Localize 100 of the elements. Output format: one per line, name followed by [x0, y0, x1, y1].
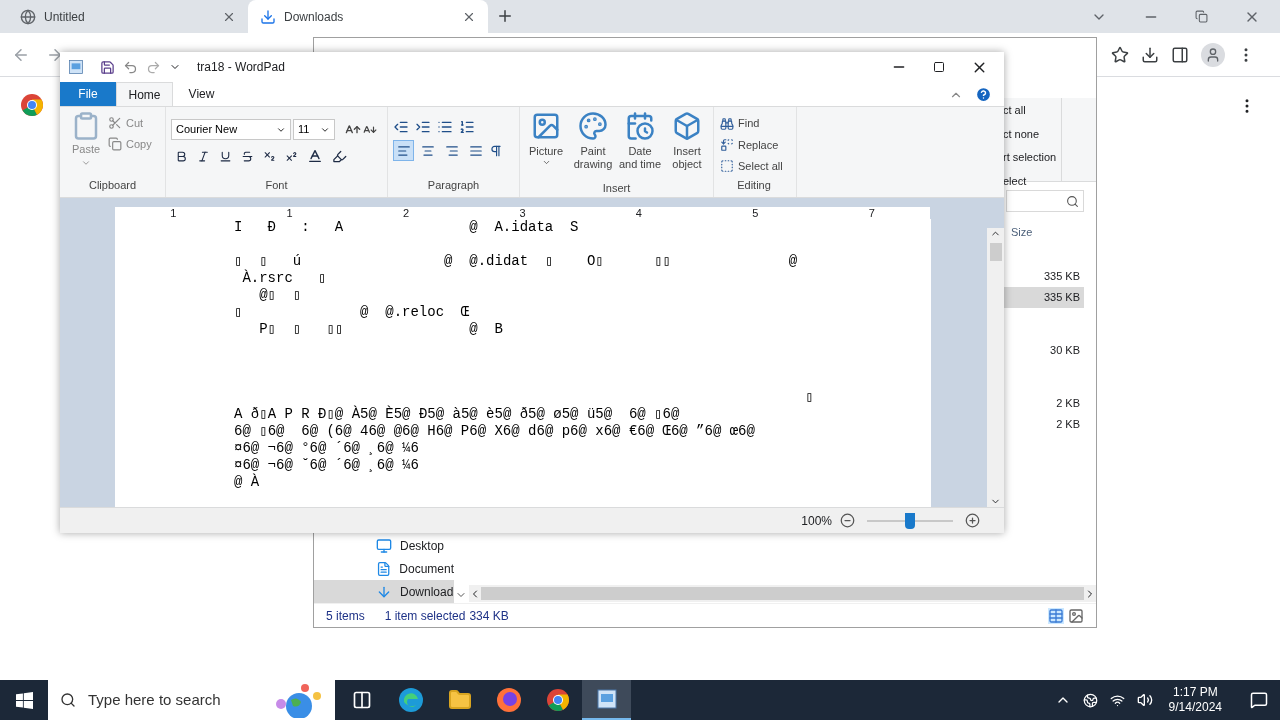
undo-icon[interactable] [123, 59, 138, 75]
highlighter-icon[interactable] [332, 148, 347, 164]
zoom-in-icon[interactable] [965, 513, 980, 528]
firefox-icon [495, 687, 522, 713]
insert-button[interactable]: Date and time [618, 111, 662, 180]
group-label: Insert [601, 181, 632, 196]
ribbon-command[interactable]: ct none [1003, 125, 1061, 142]
taskbar-app-button[interactable] [582, 680, 631, 720]
file-size-cell[interactable]: 30 KB [1002, 340, 1084, 361]
ribbon-command[interactable]: elect [1003, 172, 1061, 189]
superscript-icon[interactable] [285, 149, 298, 163]
windows-start-icon[interactable] [15, 691, 33, 709]
line-spacing-icon[interactable] [459, 119, 475, 135]
decrease-indent-icon[interactable] [393, 119, 409, 135]
search-field[interactable]: Type here to search [48, 680, 335, 720]
zoom-slider-thumb[interactable] [905, 512, 915, 529]
ruler-number: 2 [403, 207, 410, 219]
increase-indent-icon[interactable] [415, 119, 431, 135]
bookmark-star-icon[interactable] [1111, 45, 1129, 64]
document-line: ▯ ▯ ú @ @.didat ▯ O▯ ▯▯ @ [234, 253, 799, 269]
document-line: 6@ ▯6@ 6@ (6@ 46@ @6@ H6@ P6@ X6@ d6@ p6@ x6@ €6@ Œ6@ ”6@ œ6@ [234, 423, 756, 440]
task-view-icon [351, 690, 372, 710]
document-line: ▯ [804, 389, 815, 406]
align-justify-icon [468, 143, 483, 158]
zoom-level: 100% [801, 512, 832, 530]
download-icon[interactable] [1141, 45, 1159, 64]
wordpad-icon [68, 59, 84, 75]
ribbon-tab[interactable]: Home [116, 82, 173, 106]
ruler-number: 5 [752, 207, 759, 219]
new-tab-icon[interactable] [496, 7, 514, 25]
paragraph-icon[interactable] [489, 143, 503, 158]
horizontal-scrollbar[interactable] [469, 585, 1096, 602]
bold-icon[interactable] [175, 149, 188, 163]
editing-button[interactable]: Replace [720, 134, 796, 156]
file-size-cell[interactable]: 2 KB [1002, 414, 1084, 435]
nav-item[interactable]: Download [314, 580, 454, 603]
file-size-cell[interactable]: 335 KB [1002, 266, 1084, 287]
wifi-icon[interactable] [1109, 692, 1125, 708]
bullet-list-icon[interactable] [437, 119, 453, 135]
insert-button[interactable]: Insert object [665, 111, 709, 180]
palette-icon [578, 111, 608, 141]
group-label: Paragraph [426, 177, 481, 193]
zoom-out-icon[interactable] [840, 513, 855, 528]
side-panel-icon[interactable] [1171, 45, 1189, 64]
help-icon[interactable] [975, 86, 992, 103]
maximize-icon[interactable] [933, 61, 945, 73]
search-field[interactable] [1006, 190, 1084, 212]
ruler-number: 7 [868, 207, 875, 219]
ruler-number: 1 [170, 207, 177, 219]
globe-icon [20, 8, 36, 25]
details-view-icon[interactable] [1048, 607, 1064, 624]
underline-icon[interactable] [219, 149, 232, 163]
subscript-icon[interactable] [263, 149, 276, 163]
picture-icon [531, 111, 561, 141]
insert-button[interactable]: Picture [524, 111, 568, 180]
ribbon-tab[interactable]: View [173, 82, 230, 106]
tab-title: Untitled [44, 8, 86, 26]
edge-icon [397, 687, 424, 713]
save-icon[interactable] [100, 59, 115, 75]
font-name-field[interactable]: Courier New [171, 119, 291, 140]
file-size-cell[interactable]: 2 KB [1002, 393, 1084, 414]
download-icon [260, 8, 276, 25]
font-size-field[interactable]: 11 [293, 119, 335, 140]
copy-icon [108, 136, 122, 151]
nav-item[interactable]: Desktop [314, 534, 454, 557]
ribbon-command[interactable]: ct all [1003, 102, 1061, 119]
document-line: I Ð : A @ A.idata S [234, 219, 580, 236]
scissors-icon [108, 116, 122, 131]
document-line: ¤6@ ¬6@ ˘6@ ´6@ ¸6@ ¼6 [234, 457, 420, 473]
italic-icon[interactable] [197, 149, 210, 163]
scrollbar-thumb[interactable] [989, 243, 1002, 261]
status-text: 334 KB [469, 607, 509, 625]
editing-button[interactable]: Find [720, 113, 796, 135]
file-size-cell[interactable]: 335 KB [1002, 287, 1084, 308]
volume-icon[interactable] [1136, 692, 1153, 708]
strikethrough-icon[interactable] [241, 149, 254, 163]
search-icon [1066, 194, 1079, 208]
group-label: Editing [736, 177, 772, 193]
network-icon[interactable] [1082, 692, 1098, 708]
ruler-number: 1 [286, 207, 293, 219]
browser-tab[interactable]: Downloads [248, 0, 488, 33]
ribbon-tab[interactable]: File [60, 82, 116, 106]
status-text: 5 items [326, 607, 365, 625]
search-icon [60, 692, 76, 708]
align-center-icon [420, 143, 435, 158]
profile-avatar[interactable] [1201, 42, 1225, 67]
restore-icon[interactable] [1195, 10, 1208, 23]
ruler-number: 4 [635, 207, 642, 219]
vertical-scrollbar[interactable] [987, 228, 1004, 507]
insert-button[interactable]: Paint drawing [571, 111, 615, 180]
notifications-icon[interactable] [1250, 691, 1268, 709]
clock[interactable]: 1:17 PM 9/14/2024 [1164, 685, 1226, 715]
align-button[interactable] [393, 140, 414, 161]
editing-button[interactable]: Select all [720, 155, 796, 177]
text-color-icon[interactable] [307, 148, 323, 164]
nav-item[interactable]: Document [314, 557, 454, 580]
browser-tab[interactable]: Untitled [8, 0, 248, 33]
ribbon-command[interactable]: rt selection [1003, 149, 1061, 166]
thumbnail-view-icon[interactable] [1068, 607, 1084, 624]
document-line: À.rsrc ▯ [241, 270, 328, 287]
